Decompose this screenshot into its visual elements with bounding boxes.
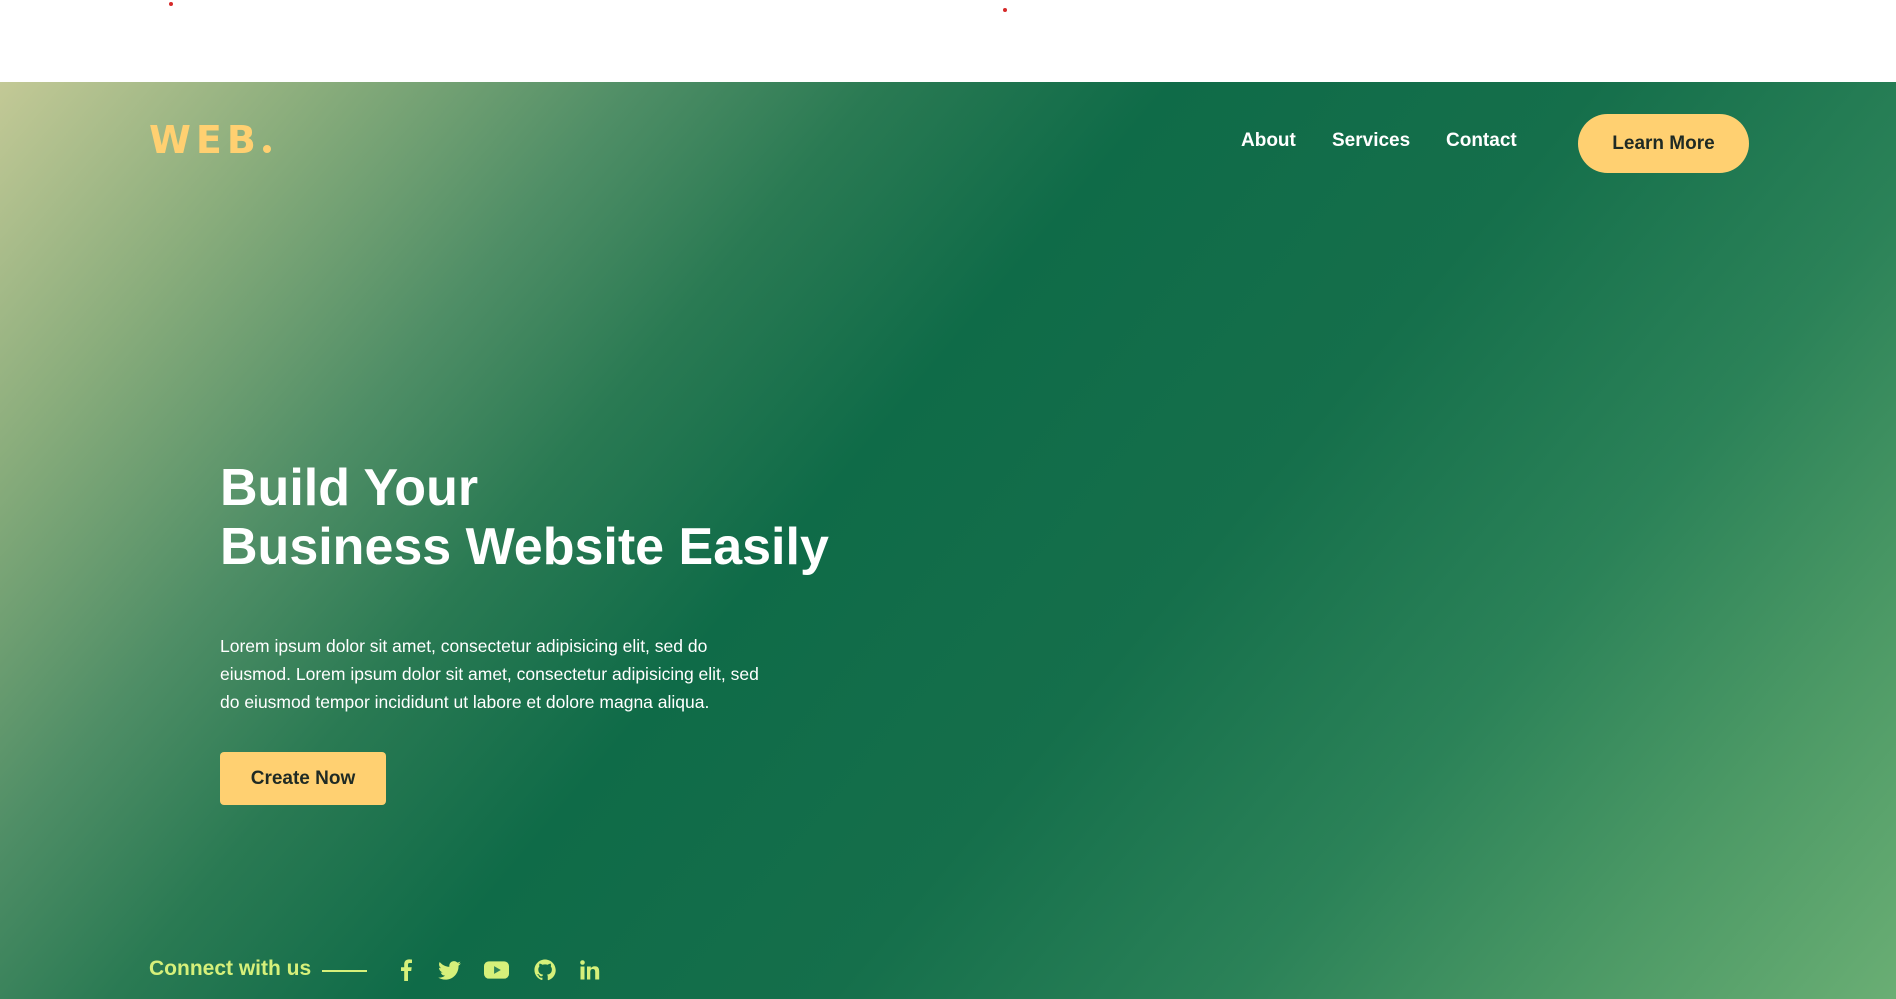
create-now-button[interactable]: Create Now xyxy=(220,752,386,805)
hero-title-line-2: Business Website Easily xyxy=(220,518,829,576)
nav-about[interactable]: About xyxy=(1241,130,1296,152)
brand-logo[interactable]: WEB xyxy=(149,118,271,162)
hero-description: Lorem ipsum dolor sit amet, consectetur … xyxy=(220,635,759,712)
logo-dot-icon xyxy=(262,145,271,153)
facebook-icon[interactable] xyxy=(391,955,421,985)
connect-divider xyxy=(322,970,367,972)
nav-services[interactable]: Services xyxy=(1332,130,1410,152)
connect-label: Connect with us xyxy=(149,957,312,980)
github-icon[interactable] xyxy=(530,955,560,985)
brand-name: WEB xyxy=(149,118,261,162)
hero-title-line-1: Build Your xyxy=(220,459,479,517)
red-dot-decoration xyxy=(1003,8,1007,12)
learn-more-button[interactable]: Learn More xyxy=(1578,114,1749,173)
youtube-icon[interactable] xyxy=(481,955,511,985)
red-dot-decoration xyxy=(169,2,173,6)
twitter-icon[interactable] xyxy=(434,955,464,985)
top-blank-strip xyxy=(0,0,1896,82)
nav-contact[interactable]: Contact xyxy=(1446,130,1517,152)
hero-title: Build Your Business Website Easily xyxy=(220,459,829,577)
linkedin-icon[interactable] xyxy=(575,955,605,985)
